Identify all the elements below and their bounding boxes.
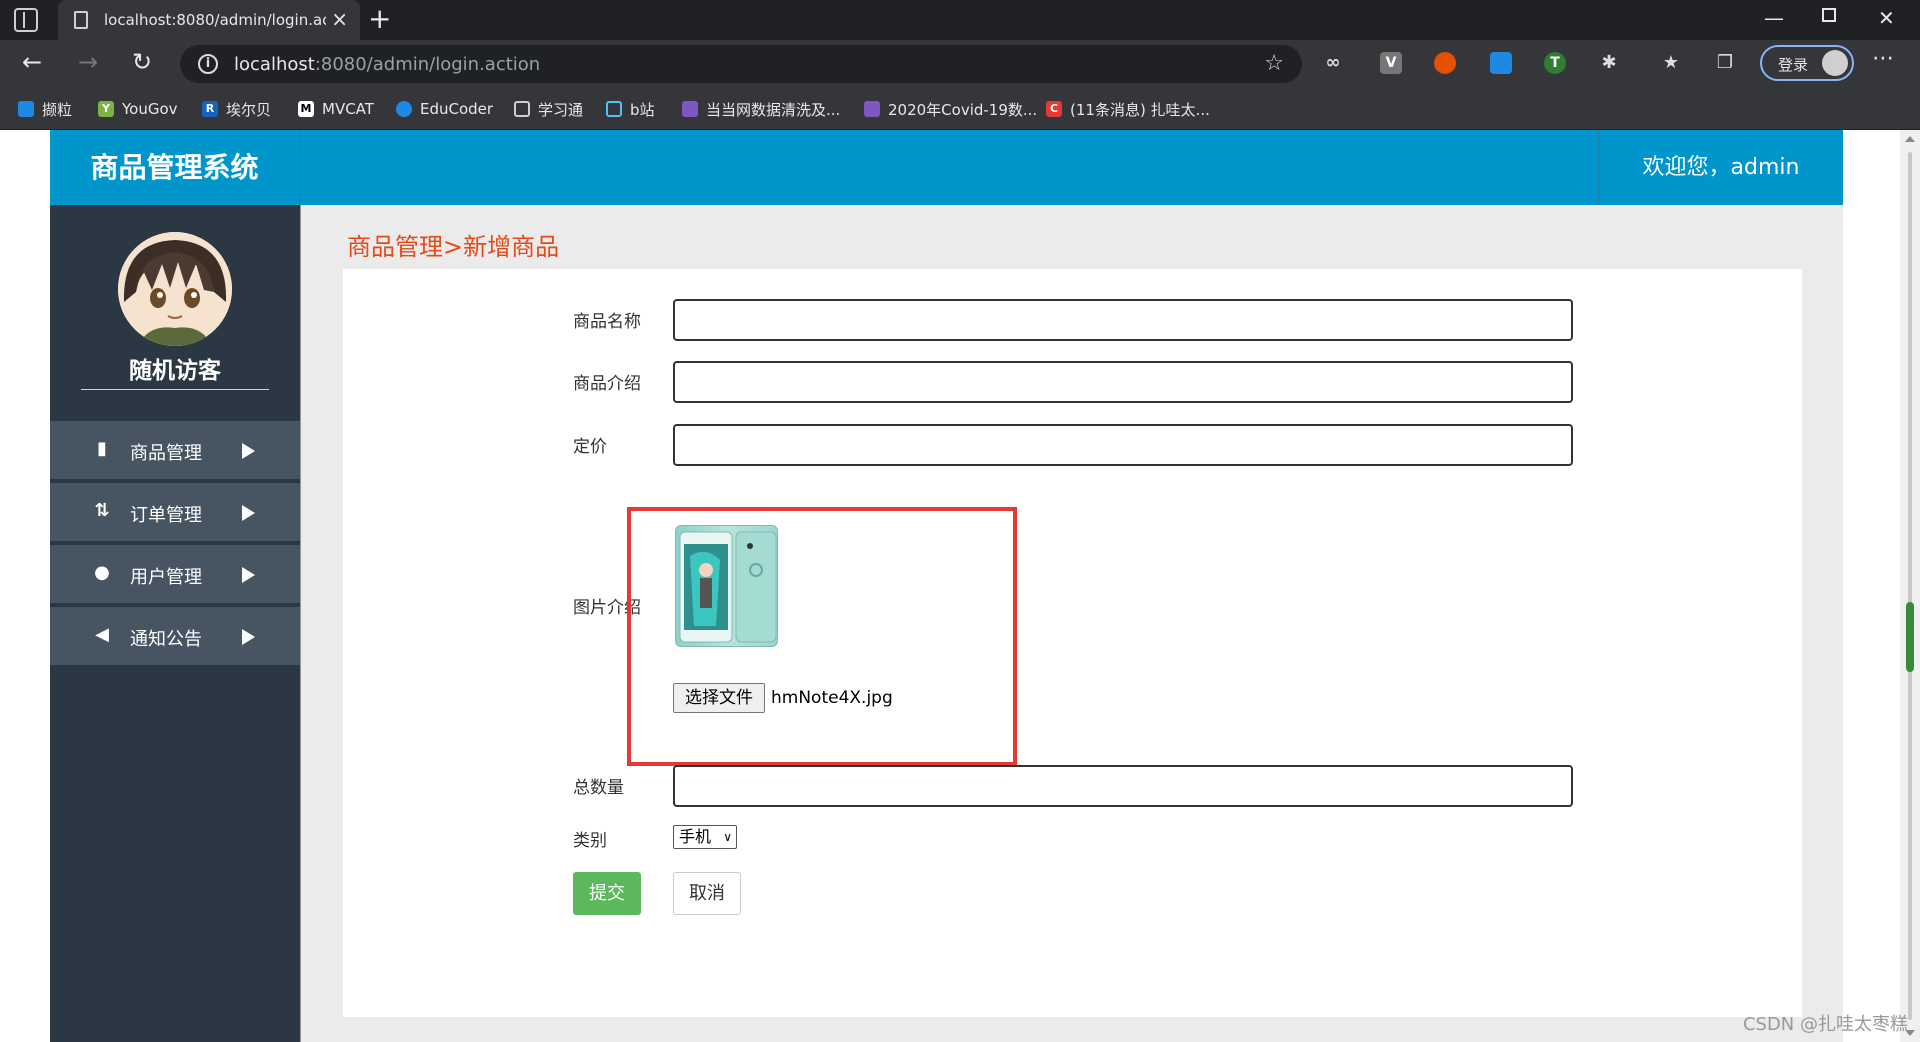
product-intro-label: 商品介绍 [573, 374, 641, 394]
address-bar[interactable]: i localhost:8080/admin/login.action ☆ [180, 45, 1302, 83]
vertical-scrollbar[interactable] [1900, 130, 1920, 1042]
apps-extension-icon[interactable] [1490, 52, 1512, 74]
site-info-icon[interactable]: i [198, 54, 218, 74]
price-input[interactable] [673, 424, 1573, 466]
sidebar-item-products[interactable]: ▮ 商品管理 [50, 421, 300, 481]
main-content: 商品管理>新增商品 商品名称 商品介绍 定价 图片介绍 选择文件 hmNote4… [300, 205, 1843, 1042]
page-icon [74, 11, 88, 29]
page-viewport: 商品管理系统 欢迎您，admin 随机访客 ▮ 商品管理 ⇅ 订单管理 ● 用户… [0, 130, 1920, 1042]
tab-actions-icon[interactable] [14, 8, 38, 32]
tab-close-icon[interactable]: × [331, 8, 348, 30]
sidebar-item-label: 通知公告 [130, 629, 202, 650]
v-extension-icon[interactable]: V [1380, 52, 1402, 74]
browser-tab-strip: localhost:8080/admin/login.action × + — … [0, 0, 1920, 40]
sidebar-item-label: 用户管理 [130, 567, 202, 588]
scroll-track[interactable] [1908, 152, 1912, 1020]
new-tab-icon[interactable]: + [368, 2, 391, 35]
sidebar-item-orders[interactable]: ⇅ 订单管理 [50, 483, 300, 543]
product-name-label: 商品名称 [573, 312, 641, 332]
quantity-label: 总数量 [573, 778, 624, 798]
anime-avatar-icon [118, 232, 232, 346]
bookmark-favicon-icon [606, 101, 622, 117]
bookmark-favicon-icon [514, 101, 530, 117]
collections-icon[interactable]: ❐ [1714, 52, 1736, 74]
play-arrow-icon [242, 567, 255, 583]
scroll-thumb[interactable] [1906, 602, 1914, 672]
bullhorn-icon: ◀ [95, 624, 109, 645]
user-divider [81, 389, 269, 390]
category-label: 类别 [573, 831, 607, 851]
quantity-input[interactable] [673, 765, 1573, 807]
user-icon: ● [94, 562, 110, 583]
favorites-icon[interactable]: ★ [1660, 52, 1682, 74]
address-toolbar: ← → ↻ i localhost:8080/admin/login.actio… [0, 40, 1920, 88]
bookmark-favicon-icon: M [298, 101, 314, 117]
bookmark-item[interactable]: b站 [606, 99, 655, 119]
reload-icon[interactable]: ↻ [132, 48, 152, 76]
minimize-icon[interactable]: — [1764, 6, 1784, 30]
bookmark-favicon-icon [682, 101, 698, 117]
bookmark-item[interactable]: EduCoder [396, 99, 493, 119]
bookmark-item[interactable]: C (11条消息) 扎哇太... [1046, 99, 1210, 119]
bookmark-item[interactable]: 学习通 [514, 99, 583, 119]
window-close-icon[interactable]: ✕ [1878, 6, 1895, 30]
bookmark-item[interactable]: 2020年Covid-19数... [864, 99, 1037, 119]
watermark: CSDN @扎哇太枣糕 [1742, 1014, 1908, 1035]
product-intro-input[interactable] [673, 361, 1573, 403]
play-arrow-icon [242, 629, 255, 645]
bookmark-favicon-icon: C [1046, 101, 1062, 117]
more-menu-icon[interactable]: ⋯ [1872, 46, 1894, 71]
bookmarks-bar: 撷粒 Y YouGov R 埃尔贝 M MVCAT EduCoder 学习通 b站 当… [0, 88, 1920, 130]
highlight-box [627, 507, 1017, 766]
play-arrow-icon [242, 443, 255, 459]
tab-title: localhost:8080/admin/login.action [104, 11, 326, 29]
app-brand: 商品管理系统 [50, 130, 300, 205]
avatar [118, 232, 232, 346]
bookmark-favicon-icon: R [202, 101, 218, 117]
chevron-down-icon: ∨ [723, 830, 732, 844]
page-header: 商品管理系统 欢迎您，admin [50, 130, 1843, 205]
sidebar-item-notices[interactable]: ◀ 通知公告 [50, 607, 300, 667]
extensions-icon[interactable]: ✱ [1598, 52, 1620, 74]
cancel-button[interactable]: 取消 [673, 872, 741, 915]
price-label: 定价 [573, 437, 607, 457]
scroll-up-icon[interactable] [1905, 136, 1915, 142]
sidebar-item-label: 订单管理 [130, 505, 202, 526]
category-select[interactable]: 手机 ∨ [673, 825, 737, 849]
bookmark-favicon-icon [864, 101, 880, 117]
url-text[interactable]: localhost:8080/admin/login.action [234, 54, 540, 75]
bookmark-item[interactable]: 撷粒 [18, 99, 72, 119]
sidebar-item-users[interactable]: ● 用户管理 [50, 545, 300, 605]
add-favorite-icon[interactable]: ☆ [1264, 51, 1284, 76]
bookmark-item[interactable]: Y YouGov [98, 99, 178, 119]
profile-avatar-icon [1822, 50, 1848, 76]
category-selected-value: 手机 [679, 827, 712, 846]
sidebar: 随机访客 ▮ 商品管理 ⇅ 订单管理 ● 用户管理 ◀ 通知公告 [50, 205, 300, 1042]
bookmark-favicon-icon [396, 101, 412, 117]
bookmark-item[interactable]: M MVCAT [298, 99, 374, 119]
back-icon[interactable]: ← [22, 48, 42, 76]
submit-button[interactable]: 提交 [573, 872, 641, 915]
breadcrumb: 商品管理>新增商品 [347, 233, 560, 261]
bookmark-item[interactable]: 当当网数据清洗及... [682, 99, 840, 119]
welcome-text: 欢迎您，admin [1598, 130, 1843, 205]
restore-icon[interactable] [1822, 8, 1836, 22]
infinity-extension-icon[interactable]: ∞ [1322, 52, 1344, 74]
bookmark-favicon-icon [18, 101, 34, 117]
bookmark-favicon-icon: Y [98, 101, 114, 117]
fox-extension-icon[interactable] [1434, 52, 1456, 74]
book-icon: ▮ [97, 438, 107, 459]
t-extension-icon[interactable]: T [1544, 52, 1566, 74]
sidebar-item-label: 商品管理 [130, 443, 202, 464]
product-name-input[interactable] [673, 299, 1573, 341]
bookmark-item[interactable]: R 埃尔贝 [202, 99, 271, 119]
forward-icon[interactable]: → [78, 48, 98, 76]
user-name: 随机访客 [129, 358, 221, 384]
play-arrow-icon [242, 505, 255, 521]
sort-arrows-icon: ⇅ [94, 500, 110, 521]
add-product-form: 商品名称 商品介绍 定价 图片介绍 选择文件 hmNote4X.jpg 总数量 … [343, 269, 1802, 1017]
profile-login-button[interactable]: 登录 [1760, 45, 1854, 81]
browser-tab[interactable]: localhost:8080/admin/login.action × [58, 0, 360, 40]
